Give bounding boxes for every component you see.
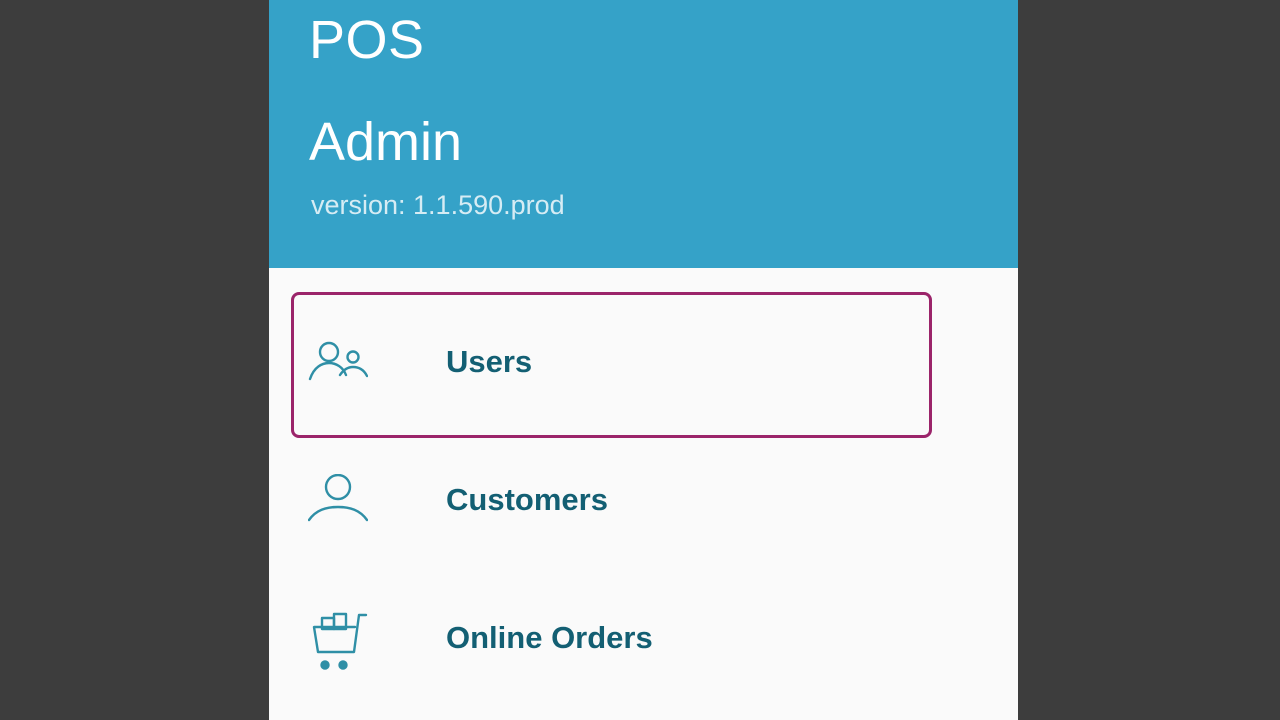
navigation-drawer: POS Admin version: 1.1.590.prod Users Cu… <box>269 0 1018 720</box>
drawer-header: POS Admin version: 1.1.590.prod <box>269 0 1018 268</box>
menu-item-customers[interactable]: Customers <box>291 430 932 576</box>
menu-item-online-orders[interactable]: Online Orders <box>291 568 932 714</box>
menu-item-label: Users <box>446 344 533 379</box>
menu-item-label: Online Orders <box>446 620 653 655</box>
users-icon <box>308 336 368 396</box>
customer-icon <box>308 474 368 534</box>
app-title: POS <box>309 10 425 70</box>
role-title: Admin <box>309 112 463 172</box>
menu-item-label: Customers <box>446 482 608 517</box>
version-label: version: 1.1.590.prod <box>311 190 565 220</box>
shopping-cart-icon <box>308 612 368 672</box>
menu-item-users[interactable]: Users <box>291 292 932 438</box>
